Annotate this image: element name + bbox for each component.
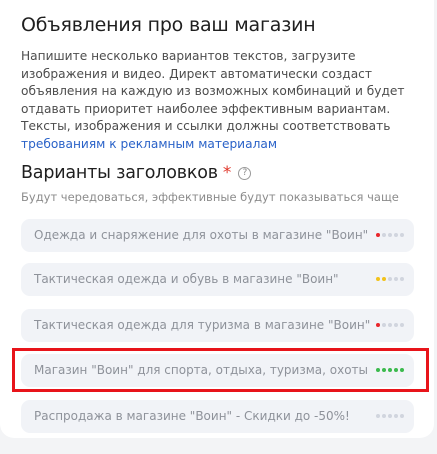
rating-dot-icon: [394, 414, 398, 418]
rating-dot-icon: [388, 323, 392, 327]
rating-dot-icon: [376, 233, 380, 237]
quality-rating-indicator: [376, 368, 404, 372]
headline-text: Тактическая одежда и обувь в магазине "В…: [34, 272, 339, 286]
quality-rating-indicator: [376, 323, 404, 327]
rating-dot-icon: [400, 414, 404, 418]
rating-dot-icon: [388, 233, 392, 237]
rating-dot-icon: [388, 368, 392, 372]
quality-rating-indicator: [376, 414, 404, 418]
rating-dot-icon: [388, 414, 392, 418]
rating-dot-icon: [400, 277, 404, 281]
rating-dot-icon: [394, 323, 398, 327]
help-icon[interactable]: ?: [238, 166, 252, 180]
rating-dot-icon: [376, 368, 380, 372]
quality-rating-indicator: [376, 277, 404, 281]
rating-dot-icon: [382, 323, 386, 327]
headline-text: Распродажа в магазине "Воин" - Скидки до…: [34, 409, 350, 423]
description-text: Напишите несколько вариантов текстов, за…: [21, 49, 405, 133]
section-title: Объявления про ваш магазин: [21, 14, 316, 36]
rating-dot-icon: [376, 277, 380, 281]
headline-text: Тактическая одежда для туризма в магазин…: [34, 318, 371, 332]
headline-text: Одежда и снаряжение для охоты в магазине…: [34, 228, 369, 242]
headlines-title: Варианты заголовков: [21, 163, 218, 183]
requirements-link[interactable]: требованиям к рекламным материалам: [21, 137, 277, 151]
required-mark: *: [222, 163, 232, 183]
rating-dot-icon: [376, 414, 380, 418]
rating-dot-icon: [400, 368, 404, 372]
headline-input-1[interactable]: Одежда и снаряжение для охоты в магазине…: [21, 219, 414, 252]
headline-input-2[interactable]: Тактическая одежда и обувь в магазине "В…: [21, 263, 414, 296]
rating-dot-icon: [394, 277, 398, 281]
rating-dot-icon: [388, 277, 392, 281]
headlines-subtitle: Будут чередоваться, эффективные будут по…: [21, 190, 399, 204]
ads-card: Объявления про ваш магазин Напишите неск…: [0, 0, 434, 438]
rating-dot-icon: [394, 368, 398, 372]
rating-dot-icon: [382, 233, 386, 237]
quality-rating-indicator: [376, 233, 404, 237]
section-description: Напишите несколько вариантов текстов, за…: [21, 48, 413, 153]
rating-dot-icon: [382, 414, 386, 418]
headline-text: Магазин "Воин" для спорта, отдыха, туриз…: [34, 363, 369, 377]
headline-input-3[interactable]: Тактическая одежда для туризма в магазин…: [21, 309, 414, 342]
rating-dot-icon: [382, 368, 386, 372]
rating-dot-icon: [394, 233, 398, 237]
headline-input-4[interactable]: Магазин "Воин" для спорта, отдыха, туриз…: [21, 354, 414, 387]
headline-input-5[interactable]: Распродажа в магазине "Воин" - Скидки до…: [21, 400, 414, 433]
rating-dot-icon: [376, 323, 380, 327]
rating-dot-icon: [400, 323, 404, 327]
headlines-header: Варианты заголовков * ?: [21, 163, 252, 183]
rating-dot-icon: [400, 233, 404, 237]
rating-dot-icon: [382, 277, 386, 281]
